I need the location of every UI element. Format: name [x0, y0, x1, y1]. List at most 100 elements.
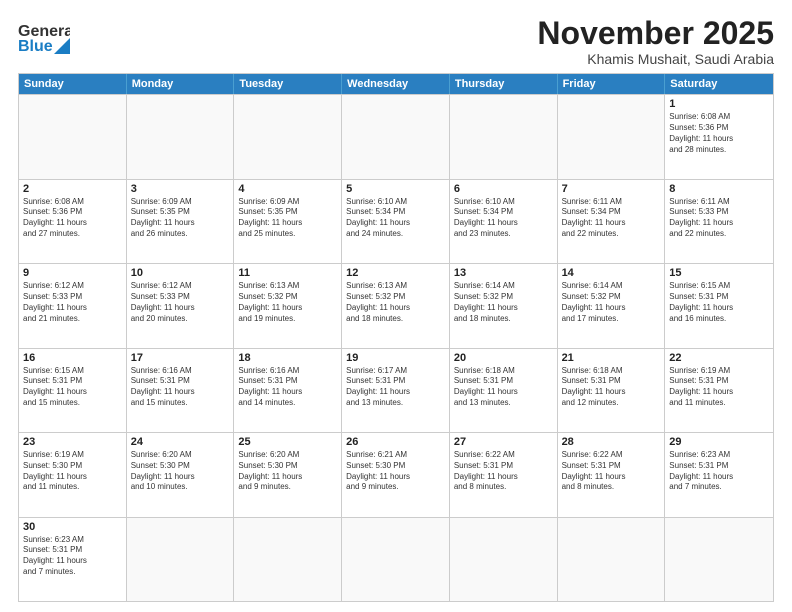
cal-cell-4-1: 24 Sunrise: 6:20 AM Sunset: 5:30 PM Dayli…	[127, 433, 235, 516]
day-info-16: Sunrise: 6:15 AM Sunset: 5:31 PM Dayligh…	[23, 366, 122, 409]
header-wednesday: Wednesday	[342, 74, 450, 94]
header: General Blue November 2025 Khamis Mushai…	[18, 16, 774, 67]
day-number-30: 30	[23, 521, 122, 533]
cal-cell-1-0: 2 Sunrise: 6:08 AM Sunset: 5:36 PM Daylig…	[19, 180, 127, 263]
calendar-row-2: 9Sunrise: 6:12 AM Sunset: 5:33 PM Daylig…	[19, 263, 773, 347]
day-info-24: Sunrise: 6:20 AM Sunset: 5:30 PM Dayligh…	[131, 450, 230, 493]
day-info-29: Sunrise: 6:23 AM Sunset: 5:31 PM Dayligh…	[669, 450, 769, 493]
day-info-2: Sunrise: 6:08 AM Sunset: 5:36 PM Dayligh…	[23, 197, 122, 240]
day-info-18: Sunrise: 6:16 AM Sunset: 5:31 PM Dayligh…	[238, 366, 337, 409]
svg-text:Blue: Blue	[18, 38, 53, 55]
cal-cell-5-4	[450, 518, 558, 601]
cal-cell-0-2	[234, 95, 342, 178]
day-number-19: 19	[346, 352, 445, 364]
page-title: November 2025	[537, 16, 774, 51]
cal-cell-2-4: 13Sunrise: 6:14 AM Sunset: 5:32 PM Dayli…	[450, 264, 558, 347]
cal-cell-5-2	[234, 518, 342, 601]
day-info-9: Sunrise: 6:12 AM Sunset: 5:33 PM Dayligh…	[23, 281, 122, 324]
page: General Blue November 2025 Khamis Mushai…	[0, 0, 792, 612]
cal-cell-2-6: 15Sunrise: 6:15 AM Sunset: 5:31 PM Dayli…	[665, 264, 773, 347]
day-number-15: 15	[669, 267, 769, 279]
cal-cell-1-6: 8Sunrise: 6:11 AM Sunset: 5:33 PM Daylig…	[665, 180, 773, 263]
cal-cell-2-0: 9Sunrise: 6:12 AM Sunset: 5:33 PM Daylig…	[19, 264, 127, 347]
day-number-29: 29	[669, 436, 769, 448]
day-number-1: 1	[669, 98, 769, 110]
day-number-4: 4	[238, 183, 337, 195]
cal-cell-1-5: 7 Sunrise: 6:11 AM Sunset: 5:34 PM Daylig…	[558, 180, 666, 263]
cal-cell-1-3: 5 Sunrise: 6:10 AM Sunset: 5:34 PM Daylig…	[342, 180, 450, 263]
day-info-11: Sunrise: 6:13 AM Sunset: 5:32 PM Dayligh…	[238, 281, 337, 324]
cal-cell-3-1: 17Sunrise: 6:16 AM Sunset: 5:31 PM Dayli…	[127, 349, 235, 432]
cal-cell-2-3: 12 Sunrise: 6:13 AM Sunset: 5:32 PM Dayli…	[342, 264, 450, 347]
day-info-5: Sunrise: 6:10 AM Sunset: 5:34 PM Dayligh…	[346, 197, 445, 240]
day-number-24: 24	[131, 436, 230, 448]
day-number-6: 6	[454, 183, 553, 195]
calendar-row-4: 23Sunrise: 6:19 AM Sunset: 5:30 PM Dayli…	[19, 432, 773, 516]
cal-cell-5-5	[558, 518, 666, 601]
day-info-17: Sunrise: 6:16 AM Sunset: 5:31 PM Dayligh…	[131, 366, 230, 409]
day-number-26: 26	[346, 436, 445, 448]
day-number-14: 14	[562, 267, 661, 279]
cal-cell-4-2: 25Sunrise: 6:20 AM Sunset: 5:30 PM Dayli…	[234, 433, 342, 516]
day-info-23: Sunrise: 6:19 AM Sunset: 5:30 PM Dayligh…	[23, 450, 122, 493]
cal-cell-1-4: 6 Sunrise: 6:10 AM Sunset: 5:34 PM Daylig…	[450, 180, 558, 263]
day-number-18: 18	[238, 352, 337, 364]
day-info-30: Sunrise: 6:23 AM Sunset: 5:31 PM Dayligh…	[23, 535, 122, 578]
day-info-28: Sunrise: 6:22 AM Sunset: 5:31 PM Dayligh…	[562, 450, 661, 493]
cal-cell-3-0: 16 Sunrise: 6:15 AM Sunset: 5:31 PM Dayli…	[19, 349, 127, 432]
day-number-20: 20	[454, 352, 553, 364]
cal-cell-0-0	[19, 95, 127, 178]
day-number-16: 16	[23, 352, 122, 364]
calendar-header: Sunday Monday Tuesday Wednesday Thursday…	[19, 74, 773, 94]
day-number-21: 21	[562, 352, 661, 364]
calendar: Sunday Monday Tuesday Wednesday Thursday…	[18, 73, 774, 602]
cal-cell-4-6: 29 Sunrise: 6:23 AM Sunset: 5:31 PM Dayli…	[665, 433, 773, 516]
day-number-7: 7	[562, 183, 661, 195]
day-number-25: 25	[238, 436, 337, 448]
day-number-5: 5	[346, 183, 445, 195]
cal-cell-4-0: 23Sunrise: 6:19 AM Sunset: 5:30 PM Dayli…	[19, 433, 127, 516]
day-info-1: Sunrise: 6:08 AM Sunset: 5:36 PM Dayligh…	[669, 112, 769, 155]
header-tuesday: Tuesday	[234, 74, 342, 94]
day-number-12: 12	[346, 267, 445, 279]
calendar-row-3: 16 Sunrise: 6:15 AM Sunset: 5:31 PM Dayli…	[19, 348, 773, 432]
cal-cell-4-3: 26 Sunrise: 6:21 AM Sunset: 5:30 PM Dayli…	[342, 433, 450, 516]
cal-cell-2-5: 14Sunrise: 6:14 AM Sunset: 5:32 PM Dayli…	[558, 264, 666, 347]
cal-cell-2-1: 10 Sunrise: 6:12 AM Sunset: 5:33 PM Dayli…	[127, 264, 235, 347]
day-number-3: 3	[131, 183, 230, 195]
logo-icon: General Blue	[18, 16, 70, 58]
cal-cell-1-1: 3 Sunrise: 6:09 AM Sunset: 5:35 PM Daylig…	[127, 180, 235, 263]
day-info-4: Sunrise: 6:09 AM Sunset: 5:35 PM Dayligh…	[238, 197, 337, 240]
day-info-27: Sunrise: 6:22 AM Sunset: 5:31 PM Dayligh…	[454, 450, 553, 493]
cal-cell-0-5	[558, 95, 666, 178]
calendar-row-1: 2 Sunrise: 6:08 AM Sunset: 5:36 PM Daylig…	[19, 179, 773, 263]
header-friday: Friday	[558, 74, 666, 94]
cal-cell-5-0: 30 Sunrise: 6:23 AM Sunset: 5:31 PM Dayli…	[19, 518, 127, 601]
cal-cell-3-5: 21 Sunrise: 6:18 AM Sunset: 5:31 PM Dayli…	[558, 349, 666, 432]
day-number-27: 27	[454, 436, 553, 448]
cal-cell-4-5: 28 Sunrise: 6:22 AM Sunset: 5:31 PM Dayli…	[558, 433, 666, 516]
day-info-12: Sunrise: 6:13 AM Sunset: 5:32 PM Dayligh…	[346, 281, 445, 324]
day-info-19: Sunrise: 6:17 AM Sunset: 5:31 PM Dayligh…	[346, 366, 445, 409]
cal-cell-3-6: 22Sunrise: 6:19 AM Sunset: 5:31 PM Dayli…	[665, 349, 773, 432]
day-number-10: 10	[131, 267, 230, 279]
day-number-22: 22	[669, 352, 769, 364]
day-info-21: Sunrise: 6:18 AM Sunset: 5:31 PM Dayligh…	[562, 366, 661, 409]
calendar-row-5: 30 Sunrise: 6:23 AM Sunset: 5:31 PM Dayli…	[19, 517, 773, 601]
day-number-2: 2	[23, 183, 122, 195]
day-info-7: Sunrise: 6:11 AM Sunset: 5:34 PM Dayligh…	[562, 197, 661, 240]
day-info-3: Sunrise: 6:09 AM Sunset: 5:35 PM Dayligh…	[131, 197, 230, 240]
cal-cell-0-1	[127, 95, 235, 178]
day-number-28: 28	[562, 436, 661, 448]
cal-cell-3-3: 19 Sunrise: 6:17 AM Sunset: 5:31 PM Dayli…	[342, 349, 450, 432]
header-thursday: Thursday	[450, 74, 558, 94]
page-subtitle: Khamis Mushait, Saudi Arabia	[537, 51, 774, 67]
logo: General Blue	[18, 16, 70, 58]
day-info-6: Sunrise: 6:10 AM Sunset: 5:34 PM Dayligh…	[454, 197, 553, 240]
header-monday: Monday	[127, 74, 235, 94]
day-info-26: Sunrise: 6:21 AM Sunset: 5:30 PM Dayligh…	[346, 450, 445, 493]
cal-cell-5-6	[665, 518, 773, 601]
day-info-10: Sunrise: 6:12 AM Sunset: 5:33 PM Dayligh…	[131, 281, 230, 324]
cal-cell-5-3	[342, 518, 450, 601]
day-info-20: Sunrise: 6:18 AM Sunset: 5:31 PM Dayligh…	[454, 366, 553, 409]
